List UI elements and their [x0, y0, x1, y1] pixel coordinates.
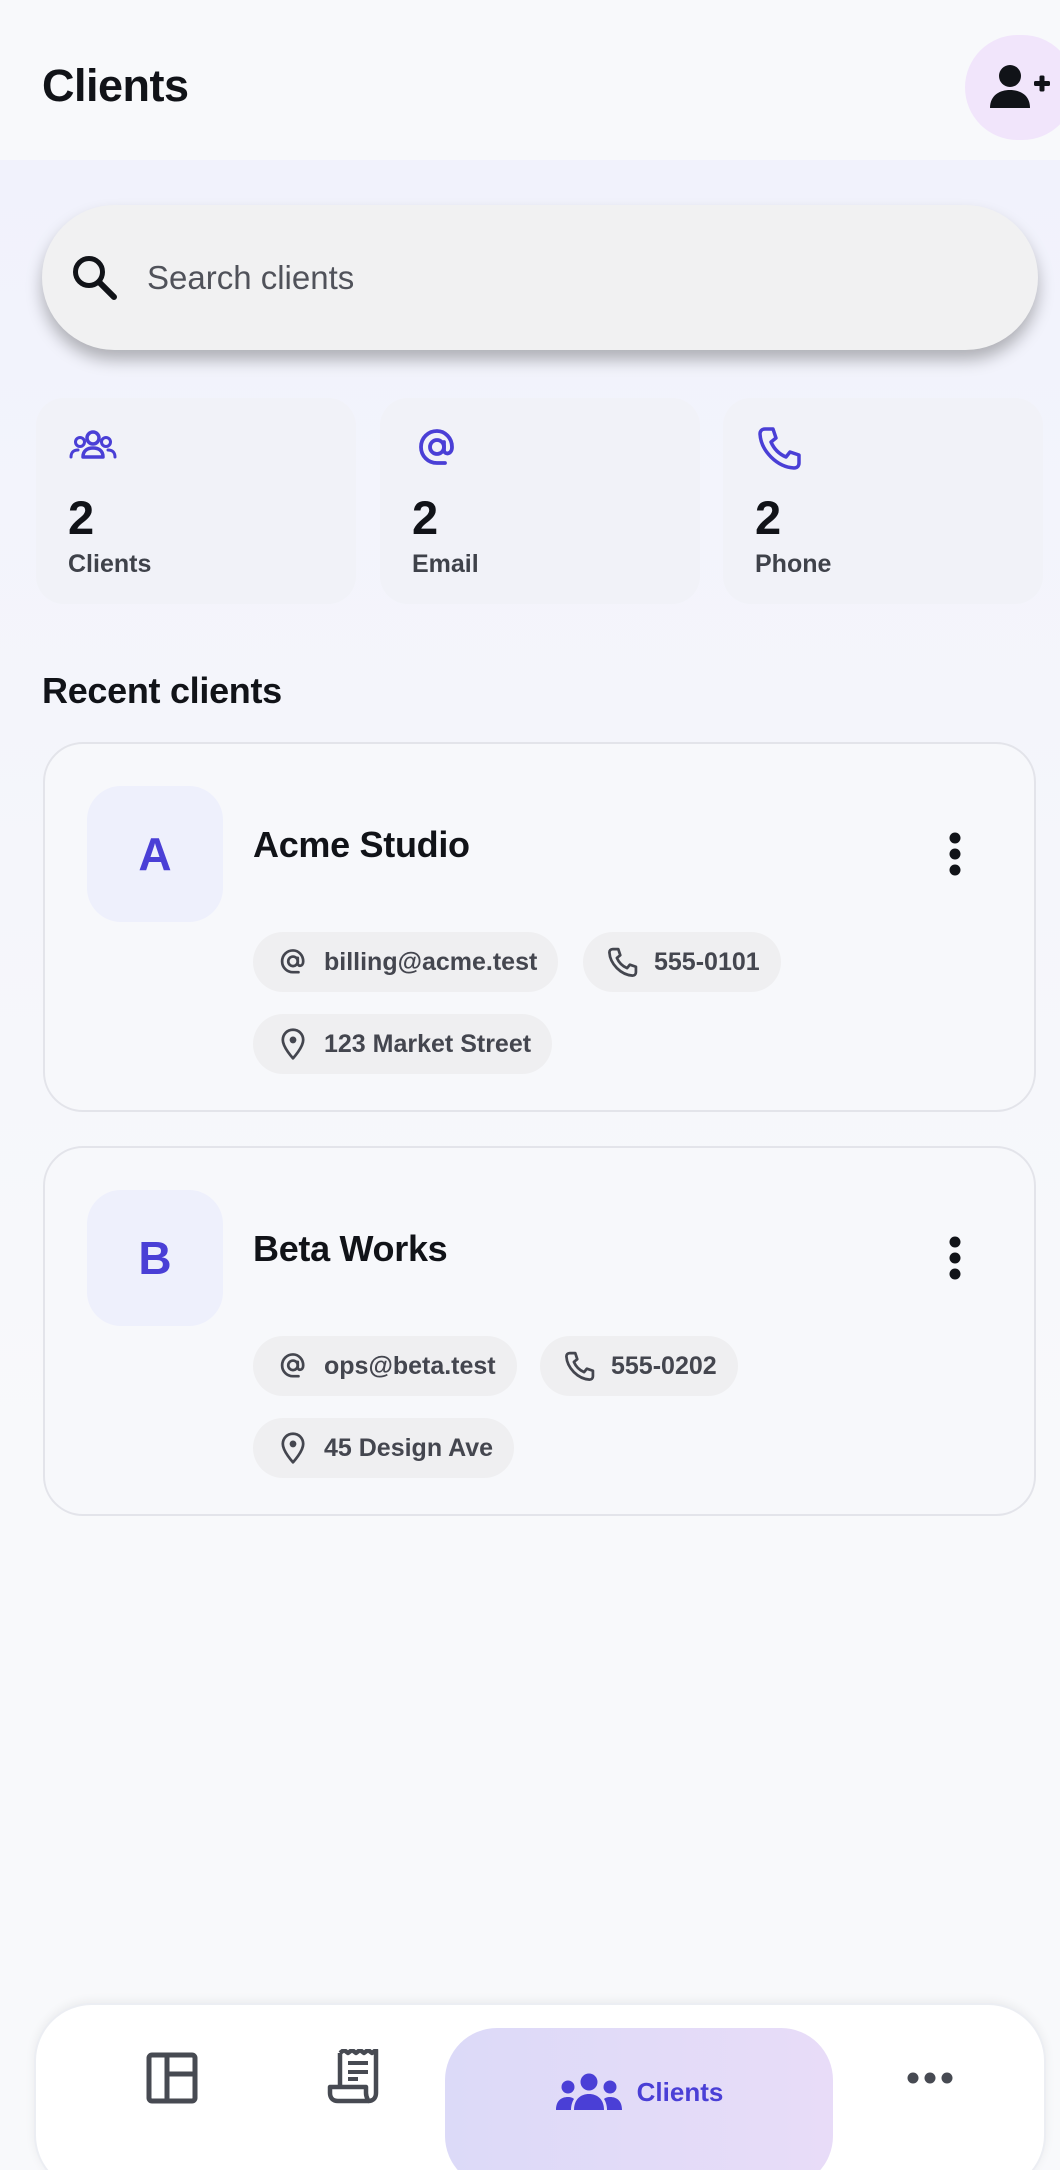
more-vertical-icon	[949, 832, 961, 876]
person-add-icon	[990, 64, 1050, 108]
phone-icon	[758, 427, 801, 470]
chip-text: billing@acme.test	[324, 947, 538, 976]
client-name: Acme Studio	[253, 824, 470, 865]
page-title: Clients	[42, 60, 189, 111]
client-name: Beta Works	[253, 1228, 448, 1269]
at-sign-icon	[275, 944, 311, 980]
at-sign-icon	[419, 429, 454, 465]
nav-item-dashboard[interactable]	[116, 2045, 228, 2145]
chip-text: 45 Design Ave	[324, 1433, 494, 1462]
phone-chip: 555-0101	[583, 932, 781, 992]
group-icon	[69, 430, 117, 459]
stat-card-phone: 2 Phone	[723, 398, 1043, 604]
chip-text: 123 Market Street	[324, 1029, 532, 1058]
add-client-button[interactable]	[965, 35, 1060, 140]
nav-item-invoices[interactable]	[298, 2045, 410, 2145]
more-options-button[interactable]	[925, 1218, 985, 1298]
stat-value: 2	[68, 491, 95, 544]
groups-icon	[555, 2073, 622, 2110]
location-pin-icon	[275, 1430, 311, 1466]
email-chip: ops@beta.test	[253, 1336, 517, 1396]
phone-icon	[605, 944, 641, 980]
client-card[interactable]: A Acme Studio billing@acme.test 555-0101…	[43, 742, 1036, 1112]
app-bar: Clients	[0, 0, 1060, 160]
search-input[interactable]	[147, 205, 1007, 350]
stat-label: Phone	[755, 550, 832, 578]
dashboard-icon	[146, 2052, 198, 2104]
stat-value: 2	[412, 491, 439, 544]
more-horizontal-icon	[907, 2072, 953, 2084]
receipt-icon	[327, 2049, 379, 2104]
more-options-button[interactable]	[925, 814, 985, 894]
stat-label: Email	[412, 550, 479, 578]
chip-text: 555-0202	[611, 1351, 717, 1380]
more-vertical-icon	[949, 1236, 961, 1280]
email-chip: billing@acme.test	[253, 932, 559, 992]
bottom-nav: Clients	[34, 2003, 1046, 2170]
search-icon	[73, 256, 117, 300]
phone-icon	[562, 1348, 598, 1384]
chip-text: 555-0101	[654, 947, 760, 976]
search-bar[interactable]	[42, 205, 1038, 350]
stat-value: 2	[755, 491, 782, 544]
location-pin-icon	[275, 1026, 311, 1062]
phone-chip: 555-0202	[540, 1336, 738, 1396]
at-sign-icon	[275, 1348, 311, 1384]
section-title: Recent clients	[42, 670, 282, 711]
nav-label: Clients	[636, 2076, 724, 2107]
nav-item-clients[interactable]: Clients	[445, 2028, 833, 2170]
stat-card-clients: 2 Clients	[36, 398, 356, 604]
address-chip: 123 Market Street	[253, 1014, 553, 1074]
address-chip: 45 Design Ave	[253, 1418, 515, 1478]
avatar: A	[87, 786, 223, 922]
avatar: B	[87, 1190, 223, 1326]
client-card[interactable]: B Beta Works ops@beta.test 555-0202 45 D…	[43, 1146, 1036, 1516]
nav-item-more[interactable]	[874, 2045, 986, 2145]
stat-label: Clients	[68, 550, 152, 578]
stat-card-email: 2 Email	[380, 398, 700, 604]
chip-text: ops@beta.test	[324, 1351, 496, 1380]
